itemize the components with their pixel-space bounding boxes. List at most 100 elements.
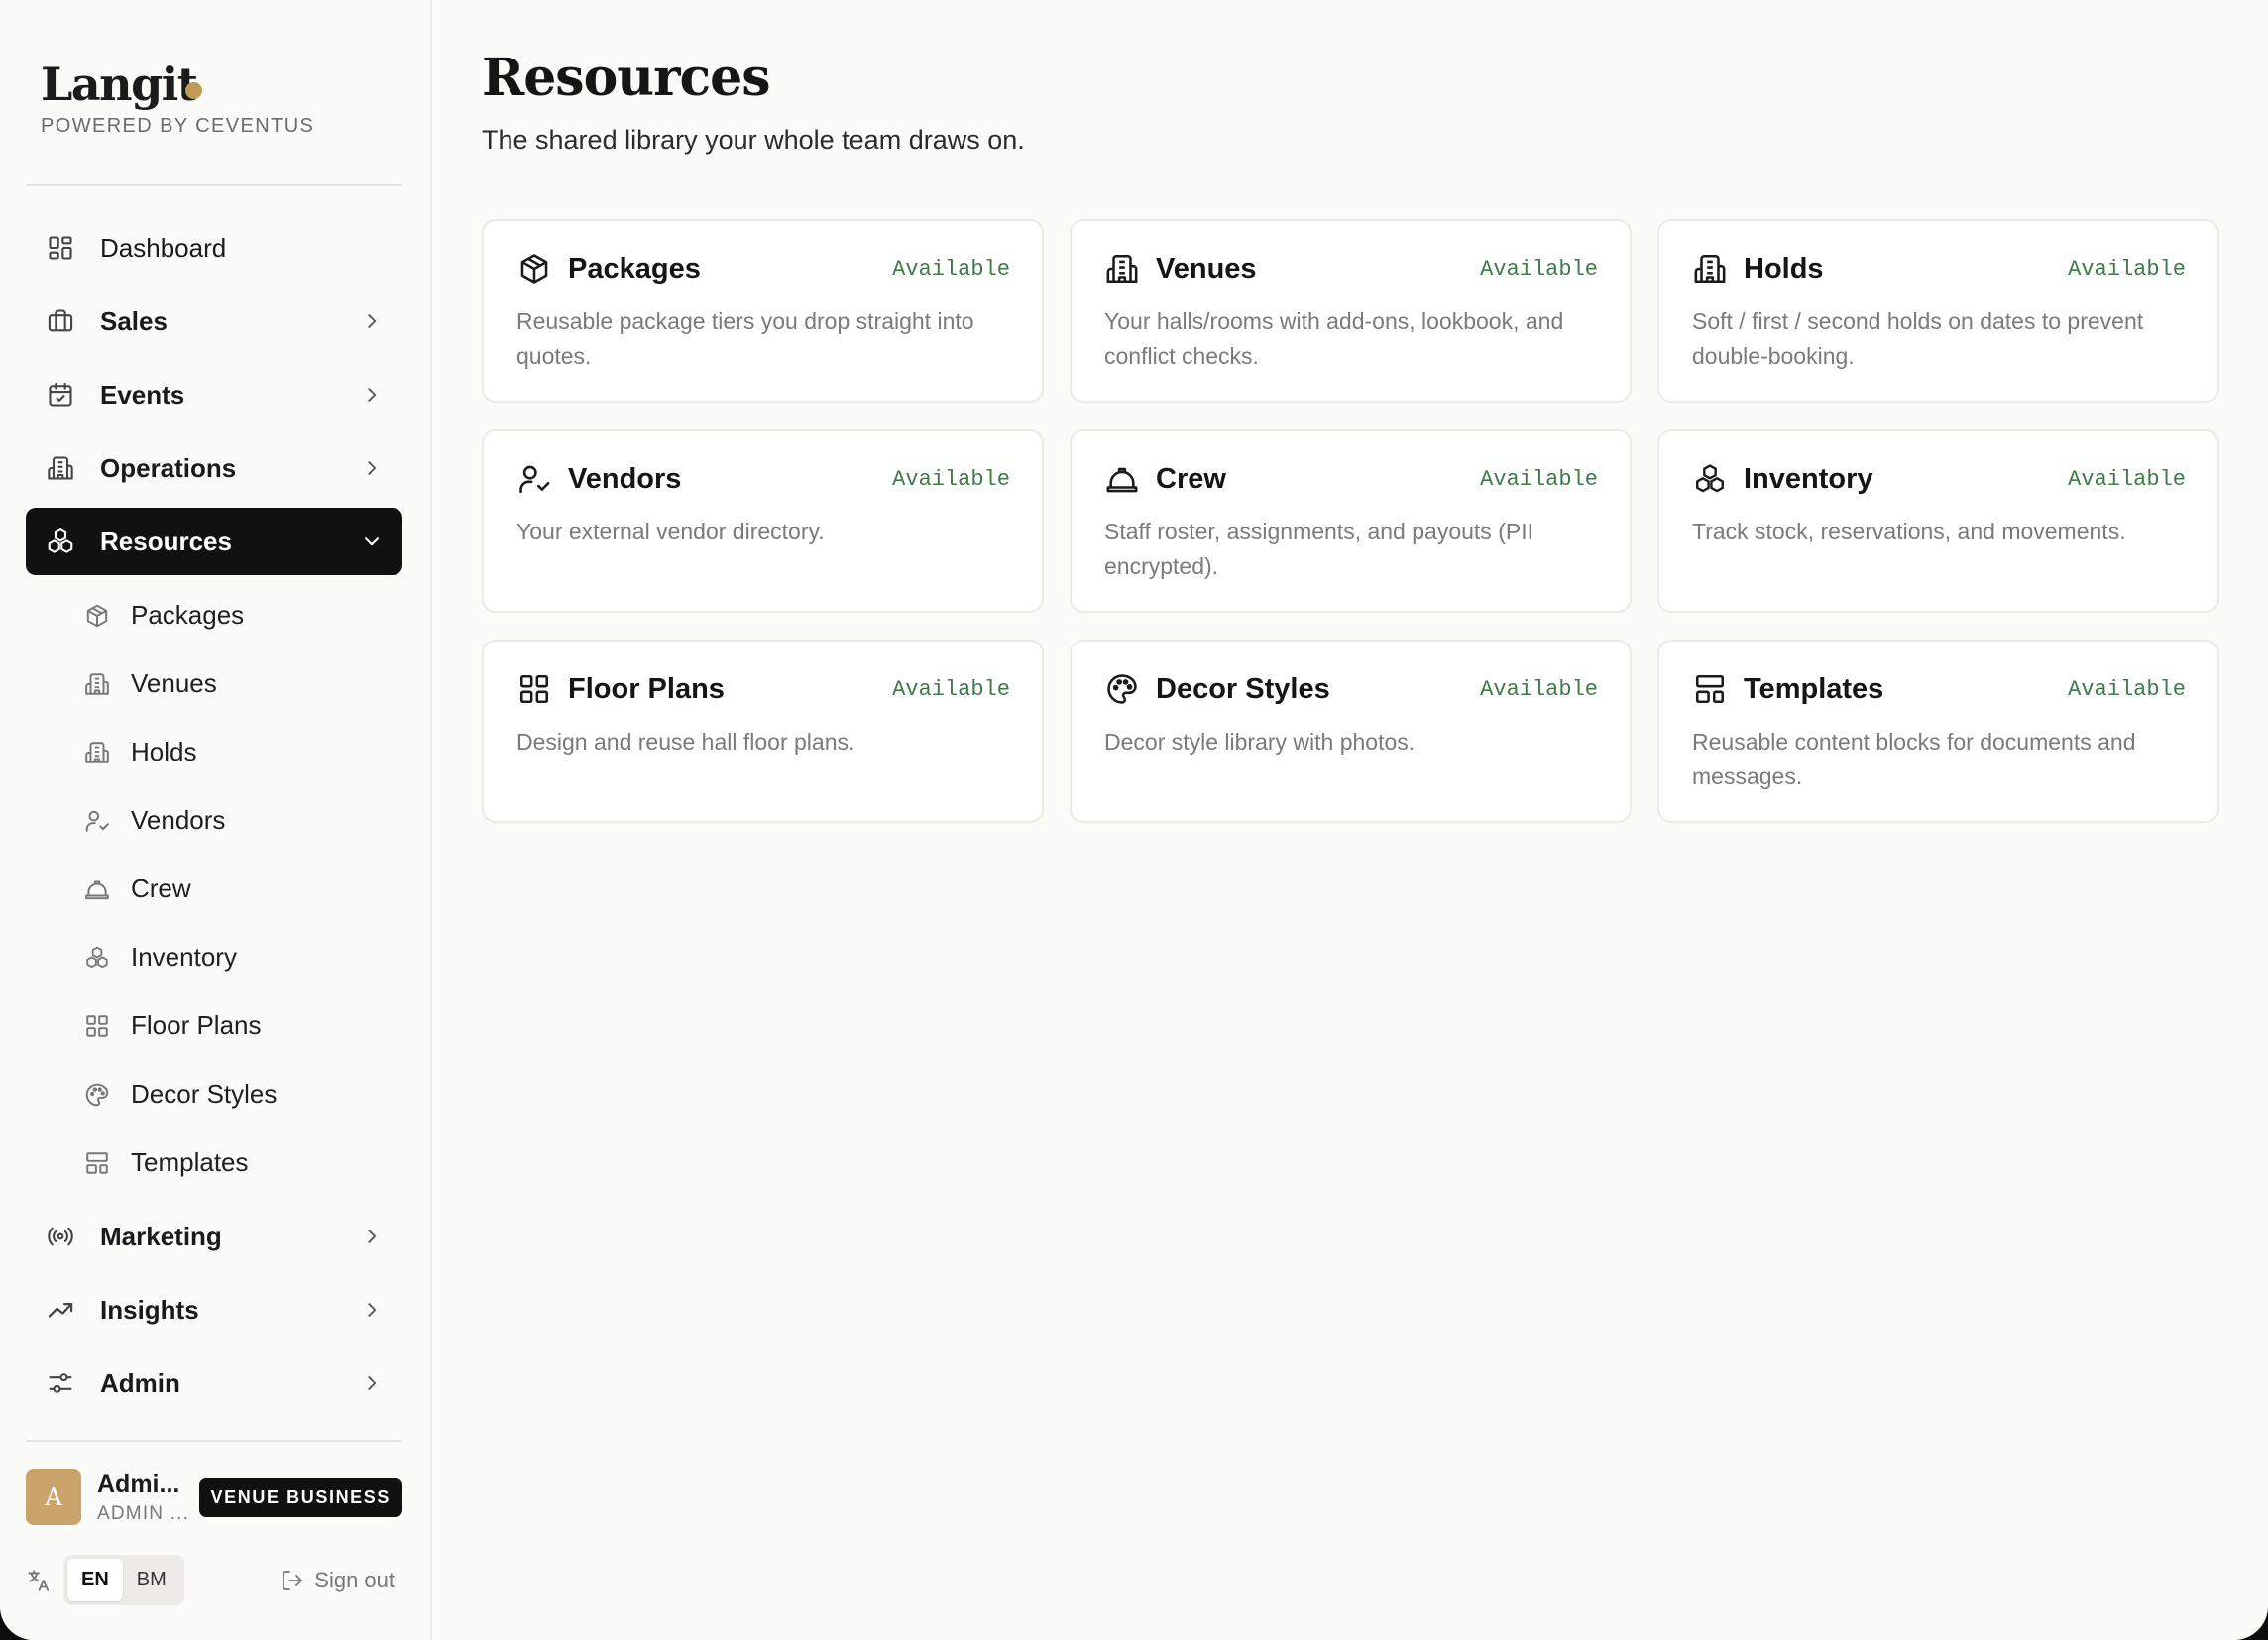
- status-badge: Available: [2068, 676, 2186, 702]
- card-header: Floor Plans Available: [516, 671, 1010, 707]
- sidebar-subitem-label: Inventory: [131, 942, 237, 972]
- sidebar-item-events[interactable]: Events: [26, 361, 402, 428]
- calendar-check-icon: [46, 380, 75, 410]
- resource-card-templates[interactable]: Templates Available Reusable content blo…: [1657, 640, 2219, 823]
- card-description: Your external vendor directory.: [516, 519, 825, 544]
- layout-template-icon: [83, 1149, 111, 1177]
- resource-card-vendors[interactable]: Vendors Available Your external vendor d…: [482, 429, 1044, 613]
- card-description: Reusable package tiers you drop straight…: [516, 308, 974, 369]
- sidebar-item-label: Sales: [100, 305, 168, 336]
- grid-icon: [516, 671, 552, 707]
- sidebar-item-resources[interactable]: Resources: [26, 508, 402, 575]
- sidebar-item-dashboard[interactable]: Dashboard: [26, 214, 402, 282]
- user-info[interactable]: Admi... ADMIN ...: [97, 1470, 192, 1525]
- chevron-down-icon: [361, 529, 385, 553]
- sidebar-item-sales[interactable]: Sales: [26, 288, 402, 355]
- building-icon: [83, 739, 111, 766]
- card-title: Inventory: [1744, 462, 1873, 495]
- dashboard-icon: [46, 233, 75, 263]
- sidebar-subitem-label: Venues: [131, 668, 217, 698]
- card-description: Design and reuse hall floor plans.: [516, 729, 855, 755]
- card-header: Vendors Available: [516, 461, 1010, 497]
- language-toggle: EN BM: [63, 1555, 184, 1605]
- card-title: Venues: [1156, 252, 1257, 285]
- chevron-right-icon: [361, 1298, 385, 1322]
- resource-card-venues[interactable]: Venues Available Your halls/rooms with a…: [1070, 219, 1632, 403]
- palette-icon: [83, 1081, 111, 1109]
- page-subtitle: The shared library your whole team draws…: [482, 125, 1025, 155]
- brand-name: Langit: [41, 58, 198, 111]
- sidebar-item-operations[interactable]: Operations: [26, 434, 402, 502]
- resource-card-decor-styles[interactable]: Decor Styles Available Decor style libra…: [1070, 640, 1632, 823]
- card-title: Floor Plans: [568, 672, 725, 705]
- sidebar-subitem-templates[interactable]: Templates: [26, 1128, 402, 1197]
- resource-card-packages[interactable]: Packages Available Reusable package tier…: [482, 219, 1044, 403]
- sidebar-subitem-decor-styles[interactable]: Decor Styles: [26, 1060, 402, 1128]
- sign-out-label: Sign out: [314, 1567, 395, 1592]
- card-description: Decor style library with photos.: [1104, 729, 1416, 755]
- card-title: Vendors: [568, 462, 682, 495]
- building-icon: [1692, 251, 1728, 287]
- user-name: Admi...: [97, 1469, 180, 1498]
- card-header: Venues Available: [1104, 251, 1598, 287]
- hard-hat-icon: [1104, 461, 1140, 497]
- sidebar-item-marketing[interactable]: Marketing: [26, 1203, 402, 1270]
- card-header: Decor Styles Available: [1104, 671, 1598, 707]
- chevron-right-icon: [361, 309, 385, 333]
- resource-card-holds[interactable]: Holds Available Soft / first / second ho…: [1657, 219, 2219, 403]
- sidebar-subitem-inventory[interactable]: Inventory: [26, 923, 402, 992]
- status-badge: Available: [892, 256, 1010, 282]
- card-title: Decor Styles: [1156, 672, 1330, 705]
- app-window: Langit POWERED BY CEVENTUS Dashboard Sal…: [0, 0, 2268, 1640]
- avatar[interactable]: A: [26, 1469, 81, 1525]
- boxes-icon: [1692, 461, 1728, 497]
- sidebar-divider: [26, 184, 402, 186]
- main-content: Resources The shared library your whole …: [432, 0, 2268, 1640]
- status-badge: Available: [1480, 676, 1598, 702]
- sign-out-button[interactable]: Sign out: [281, 1568, 402, 1593]
- sidebar-subitem-holds[interactable]: Holds: [26, 718, 402, 786]
- status-badge: Available: [1480, 466, 1598, 492]
- brand-dot: [185, 82, 203, 99]
- resource-cards-grid: Packages Available Reusable package tier…: [482, 219, 2219, 823]
- user-check-icon: [516, 461, 552, 497]
- sidebar-subitem-packages[interactable]: Packages: [26, 581, 402, 649]
- sidebar-subitem-label: Crew: [131, 874, 191, 903]
- card-description: Staff roster, assignments, and payouts (…: [1104, 519, 1533, 579]
- status-badge: Available: [1480, 256, 1598, 282]
- sidebar: Langit POWERED BY CEVENTUS Dashboard Sal…: [0, 0, 432, 1640]
- sidebar-subitem-label: Templates: [131, 1147, 249, 1177]
- briefcase-icon: [46, 306, 75, 336]
- sidebar-subitem-label: Vendors: [131, 805, 226, 835]
- sidebar-subitem-floor-plans[interactable]: Floor Plans: [26, 992, 402, 1060]
- sidebar-item-admin[interactable]: Admin: [26, 1349, 402, 1417]
- sidebar-subitem-label: Packages: [131, 600, 245, 630]
- sidebar-subitem-venues[interactable]: Venues: [26, 649, 402, 718]
- sidebar-subitem-vendors[interactable]: Vendors: [26, 786, 402, 855]
- language-option-en[interactable]: EN: [67, 1559, 123, 1601]
- sidebar-divider: [26, 1440, 402, 1442]
- status-badge: Available: [2068, 256, 2186, 282]
- card-description: Your halls/rooms with add-ons, lookbook,…: [1104, 308, 1564, 369]
- status-badge: Available: [2068, 466, 2186, 492]
- resource-card-floor-plans[interactable]: Floor Plans Available Design and reuse h…: [482, 640, 1044, 823]
- brand[interactable]: Langit POWERED BY CEVENTUS: [41, 58, 314, 138]
- resource-card-crew[interactable]: Crew Available Staff roster, assignments…: [1070, 429, 1632, 613]
- status-badge: Available: [892, 466, 1010, 492]
- card-header: Holds Available: [1692, 251, 2186, 287]
- sidebar-subitem-label: Holds: [131, 737, 197, 766]
- business-type-badge: VENUE BUSINESS: [198, 1477, 402, 1517]
- package-icon: [516, 251, 552, 287]
- resource-card-inventory[interactable]: Inventory Available Track stock, reserva…: [1657, 429, 2219, 613]
- building-icon: [46, 453, 75, 483]
- sidebar-item-insights[interactable]: Insights: [26, 1276, 402, 1344]
- language-option-bm[interactable]: BM: [123, 1559, 180, 1601]
- sidebar-item-label: Operations: [100, 452, 237, 483]
- card-description: Reusable content blocks for documents an…: [1692, 729, 2136, 789]
- building-icon: [83, 670, 111, 698]
- card-header: Inventory Available: [1692, 461, 2186, 497]
- card-header: Packages Available: [516, 251, 1010, 287]
- card-description: Soft / first / second holds on dates to …: [1692, 308, 2144, 369]
- palette-icon: [1104, 671, 1140, 707]
- sidebar-subitem-crew[interactable]: Crew: [26, 855, 402, 923]
